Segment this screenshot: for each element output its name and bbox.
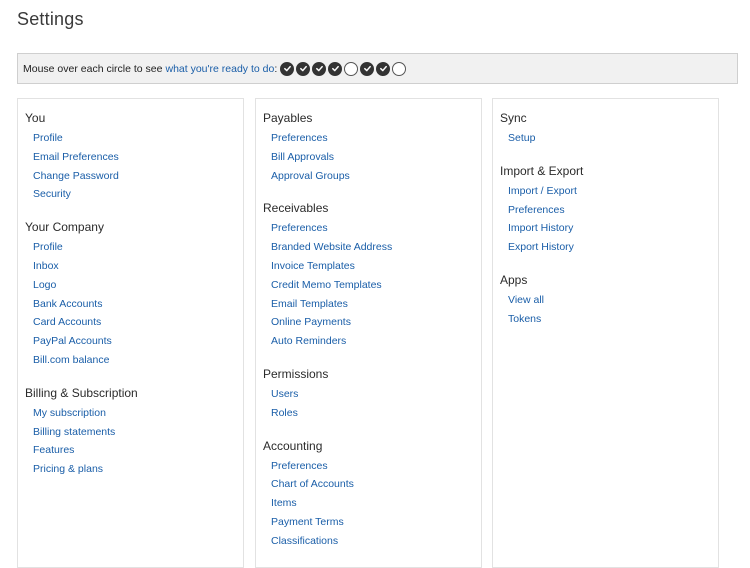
empty-circle-icon[interactable]: [392, 61, 407, 76]
section-title: Sync: [500, 111, 527, 125]
link-you-change-password[interactable]: Change Password: [25, 167, 243, 186]
check-circle-icon[interactable]: [280, 61, 295, 76]
link-payables-bill-approvals[interactable]: Bill Approvals: [263, 148, 481, 167]
section-receivables: Receivables Preferences Branded Website Ad…: [263, 201, 481, 351]
section-billing-and-subscription: Billing & Subscription My subscription Bil…: [25, 386, 243, 479]
link-receivables-credit-memo-templates[interactable]: Credit Memo Templates: [263, 276, 481, 295]
settings-column-2: Payables Preferences Bill Approvals Approva…: [255, 98, 482, 568]
link-permissions-roles[interactable]: Roles: [263, 404, 481, 423]
empty-circle-icon[interactable]: [344, 61, 359, 76]
readiness-circles: [280, 61, 408, 76]
link-your-company-profile[interactable]: Profile: [25, 238, 243, 257]
link-accounting-preferences[interactable]: Preferences: [263, 457, 481, 476]
link-receivables-branded-website-address[interactable]: Branded Website Address: [263, 238, 481, 257]
link-receivables-invoice-templates[interactable]: Invoice Templates: [263, 257, 481, 276]
section-sync: Sync Setup: [500, 111, 718, 148]
section-links: Profile Inbox Logo Bank Accounts Card Accoun…: [25, 238, 243, 370]
check-circle-icon[interactable]: [328, 61, 343, 76]
section-links: My subscription Billing statements Feature…: [25, 404, 243, 479]
section-links: Profile Email Preferences Change Password S…: [25, 129, 243, 204]
link-import-and-export-export-history[interactable]: Export History: [500, 238, 718, 257]
section-links: Setup: [500, 129, 718, 148]
section-payables: Payables Preferences Bill Approvals Approva…: [263, 111, 481, 185]
link-you-email-preferences[interactable]: Email Preferences: [25, 148, 243, 167]
settings-column-3: Sync Setup Import & Export Import / Export P…: [492, 98, 719, 568]
link-billing-and-subscription-pricing-and-plans[interactable]: Pricing & plans: [25, 460, 243, 479]
check-circle-icon[interactable]: [312, 61, 327, 76]
link-accounting-items[interactable]: Items: [263, 494, 481, 513]
link-import-and-export-preferences[interactable]: Preferences: [500, 201, 718, 220]
link-you-profile[interactable]: Profile: [25, 129, 243, 148]
link-accounting-classifications[interactable]: Classifications: [263, 532, 481, 551]
link-accounting-payment-terms[interactable]: Payment Terms: [263, 513, 481, 532]
settings-column-1: You Profile Email Preferences Change Passwo…: [17, 98, 244, 568]
section-title: Import & Export: [500, 163, 584, 178]
section-your-company: Your Company Profile Inbox Logo Bank Account…: [25, 220, 243, 370]
section-links: Preferences Branded Website Address Invoic…: [263, 219, 481, 351]
link-import-and-export-import-history[interactable]: Import History: [500, 219, 718, 238]
section-links: Import / Export Preferences Import History…: [500, 182, 718, 257]
page-title: Settings: [17, 9, 84, 29]
readiness-suffix: :: [274, 62, 278, 75]
link-you-security[interactable]: Security: [25, 185, 243, 204]
link-billing-and-subscription-my-subscription[interactable]: My subscription: [25, 404, 243, 423]
link-billing-and-subscription-billing-statements[interactable]: Billing statements: [25, 423, 243, 442]
link-apps-view-all[interactable]: View all: [500, 291, 718, 310]
section-apps: Apps View all Tokens: [500, 273, 718, 329]
check-circle-icon[interactable]: [296, 61, 311, 76]
link-import-and-export-import-export[interactable]: Import / Export: [500, 182, 718, 201]
section-permissions: Permissions Users Roles: [263, 367, 481, 423]
link-your-company-bill-com-balance[interactable]: Bill.com balance: [25, 351, 243, 370]
readiness-link[interactable]: what you're ready to do: [165, 63, 274, 75]
link-receivables-auto-reminders[interactable]: Auto Reminders: [263, 332, 481, 351]
link-receivables-online-payments[interactable]: Online Payments: [263, 313, 481, 332]
link-permissions-users[interactable]: Users: [263, 385, 481, 404]
link-your-company-bank-accounts[interactable]: Bank Accounts: [25, 295, 243, 314]
link-receivables-preferences[interactable]: Preferences: [263, 219, 481, 238]
check-circle-icon[interactable]: [360, 61, 375, 76]
section-title: Your Company: [25, 220, 104, 235]
link-payables-approval-groups[interactable]: Approval Groups: [263, 167, 481, 186]
section-title: Permissions: [263, 366, 329, 381]
section-links: Preferences Bill Approvals Approval Groups: [263, 129, 481, 185]
section-links: Users Roles: [263, 385, 481, 423]
section-title: Accounting: [263, 438, 323, 453]
readiness-bar: Mouse over each circle to see what you'r…: [17, 53, 738, 84]
section-links: View all Tokens: [500, 291, 718, 329]
section-title: Apps: [500, 272, 528, 287]
section-import-and-export: Import & Export Import / Export Preference…: [500, 164, 718, 257]
section-title: You: [25, 111, 46, 125]
check-circle-icon[interactable]: [376, 61, 391, 76]
section-accounting: Accounting Preferences Chart of Accounts It…: [263, 439, 481, 551]
link-sync-setup[interactable]: Setup: [500, 129, 718, 148]
section-title: Receivables: [263, 201, 329, 216]
section-title: Payables: [263, 111, 313, 125]
link-your-company-card-accounts[interactable]: Card Accounts: [25, 313, 243, 332]
link-apps-tokens[interactable]: Tokens: [500, 310, 718, 329]
section-you: You Profile Email Preferences Change Passwo…: [25, 111, 243, 204]
section-links: Preferences Chart of Accounts Items Payment…: [263, 457, 481, 551]
link-payables-preferences[interactable]: Preferences: [263, 129, 481, 148]
section-title: Billing & Subscription: [25, 385, 138, 400]
link-your-company-paypal-accounts[interactable]: PayPal Accounts: [25, 332, 243, 351]
link-receivables-email-templates[interactable]: Email Templates: [263, 295, 481, 314]
readiness-prefix: Mouse over each circle to see: [23, 62, 163, 75]
link-accounting-chart-of-accounts[interactable]: Chart of Accounts: [263, 475, 481, 494]
link-billing-and-subscription-features[interactable]: Features: [25, 441, 243, 460]
link-your-company-logo[interactable]: Logo: [25, 276, 243, 295]
link-your-company-inbox[interactable]: Inbox: [25, 257, 243, 276]
